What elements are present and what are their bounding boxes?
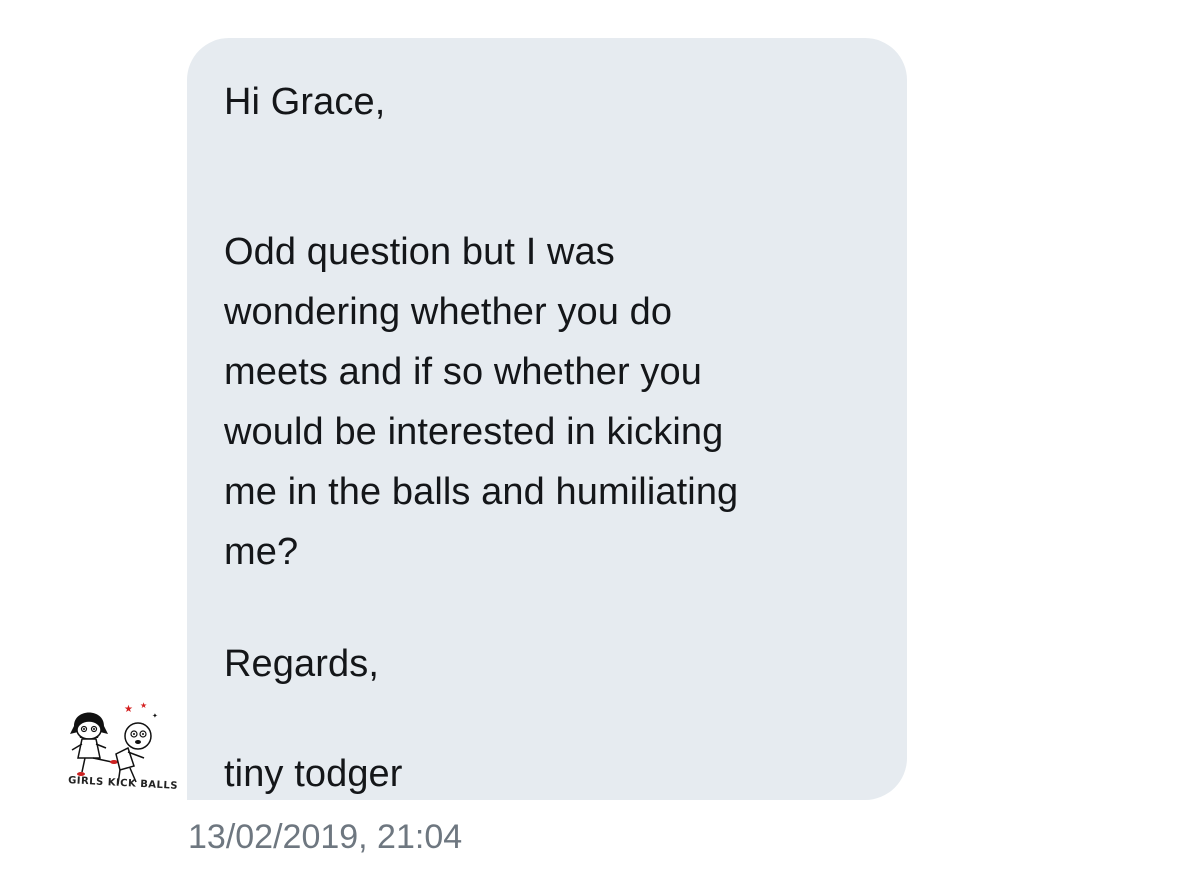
svg-text:★: ★: [140, 701, 147, 710]
message-body-line: meets and if so whether you: [224, 351, 702, 393]
svg-text:★: ★: [124, 704, 133, 715]
message-signoff: Regards,: [224, 643, 379, 685]
message-body-line: Odd question but I was: [224, 231, 615, 273]
message-timestamp: 13/02/2019, 21:04: [188, 818, 463, 856]
message-greeting: Hi Grace,: [224, 81, 386, 123]
message-bubble[interactable]: Hi Grace, Odd question but I was wonderi…: [187, 38, 907, 800]
message-body-line: me?: [224, 531, 299, 573]
svg-text:✦: ✦: [152, 712, 158, 720]
message-thread: Hi Grace, Odd question but I was wonderi…: [0, 0, 1200, 888]
message-body-line: wondering whether you do: [224, 291, 673, 333]
message-body-line: would be interested in kicking: [224, 411, 724, 453]
message-body-line: me in the balls and humiliating: [224, 471, 739, 513]
message-signature: tiny todger: [224, 753, 403, 795]
